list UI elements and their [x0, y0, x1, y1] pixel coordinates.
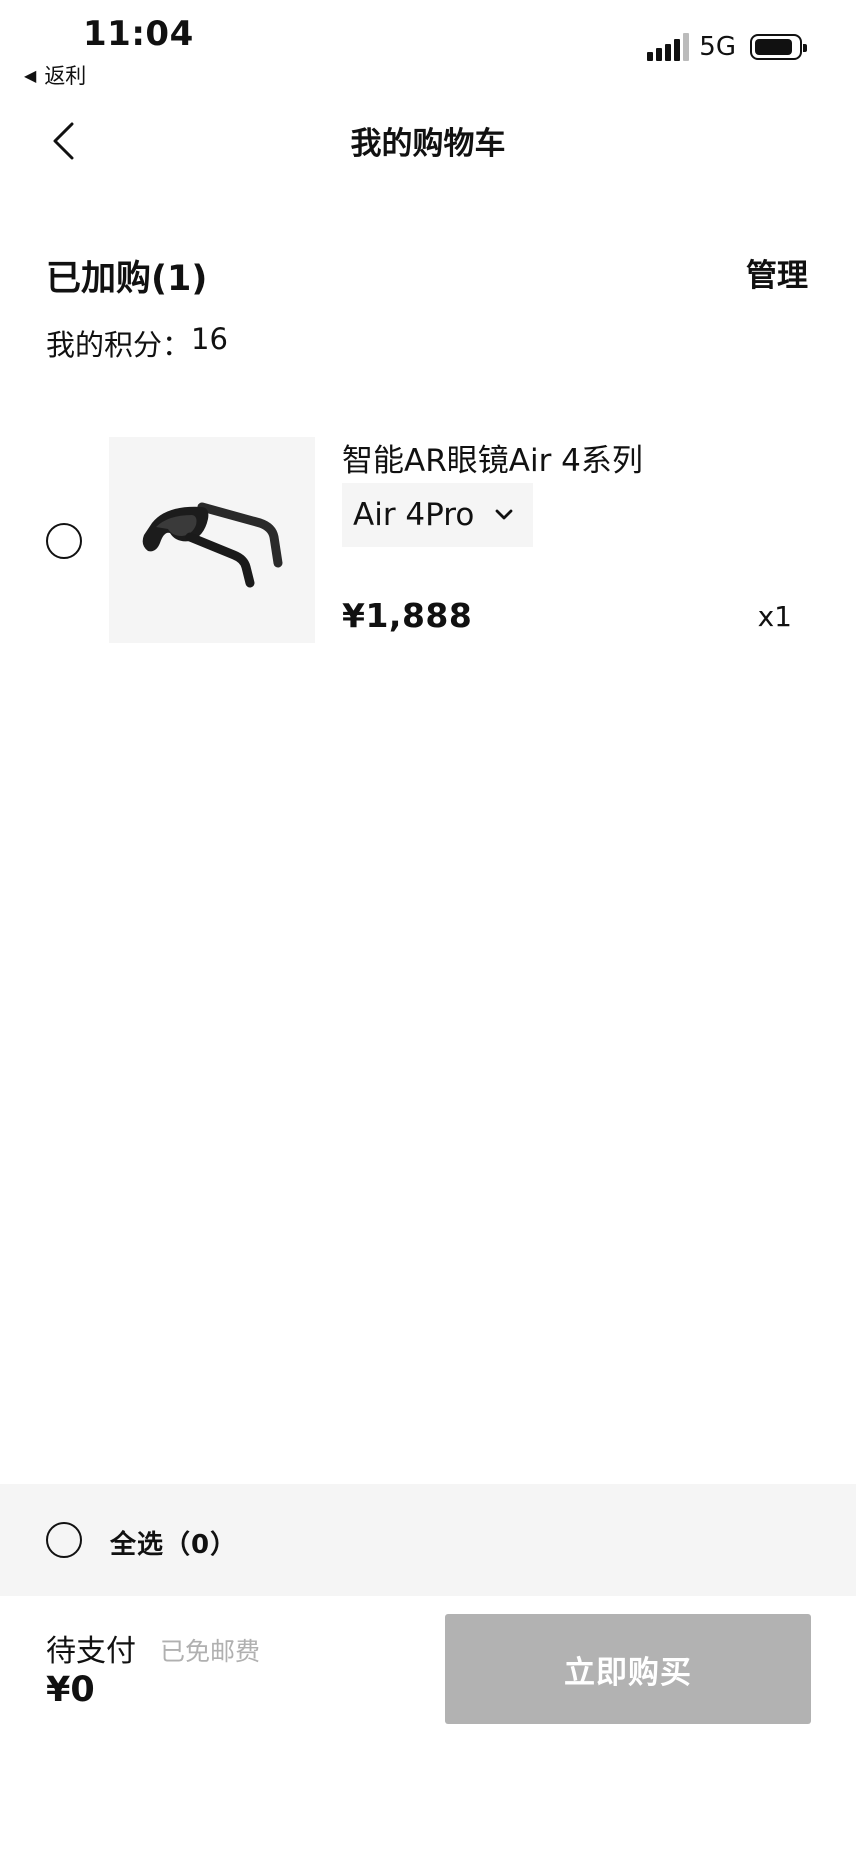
buy-now-button[interactable]: 立即购买	[445, 1614, 811, 1724]
added-count-heading: 已加购(1)	[46, 259, 208, 299]
network-type: 5G	[699, 32, 736, 62]
back-triangle-icon: ◀	[24, 65, 37, 85]
select-all-bar: 全选（0）	[0, 1484, 856, 1596]
product-price: ¥1,888	[342, 596, 473, 635]
page-title: 我的购物车	[350, 126, 506, 162]
status-time: 11:04	[83, 14, 194, 54]
status-back-app-label: 返利	[44, 64, 87, 88]
signal-icon	[647, 33, 690, 61]
chevron-down-icon	[494, 508, 514, 522]
points-value: 16	[191, 322, 228, 356]
status-back-to-app[interactable]: ◀ 返利	[24, 60, 86, 90]
select-all-radio[interactable]	[46, 1522, 82, 1558]
points-label: 我的积分：	[46, 328, 192, 362]
manage-button[interactable]: 管理	[746, 250, 808, 295]
variant-select[interactable]: Air 4Pro	[342, 483, 533, 547]
pay-label: 待支付	[46, 1634, 136, 1669]
select-all-label[interactable]: 全选（0）	[110, 1524, 237, 1561]
product-quantity: x1	[757, 600, 792, 633]
item-select-radio[interactable]	[46, 523, 82, 559]
ar-glasses-image	[142, 502, 283, 588]
shipping-note: 已免邮费	[160, 1637, 261, 1666]
product-name[interactable]: 智能AR眼镜Air 4系列	[342, 435, 643, 480]
total-amount: ¥0	[46, 1670, 95, 1710]
product-image[interactable]	[109, 437, 315, 643]
status-indicators: 5G	[647, 32, 807, 62]
points-info: 我的积分： 16	[46, 322, 228, 364]
battery-icon	[750, 34, 807, 60]
cart-page: 11:04 ◀ 返利 5G 我的购物车 已加购(1) 管理 我的积分： 16 智…	[0, 0, 856, 1852]
variant-value: Air 4Pro	[353, 497, 475, 533]
